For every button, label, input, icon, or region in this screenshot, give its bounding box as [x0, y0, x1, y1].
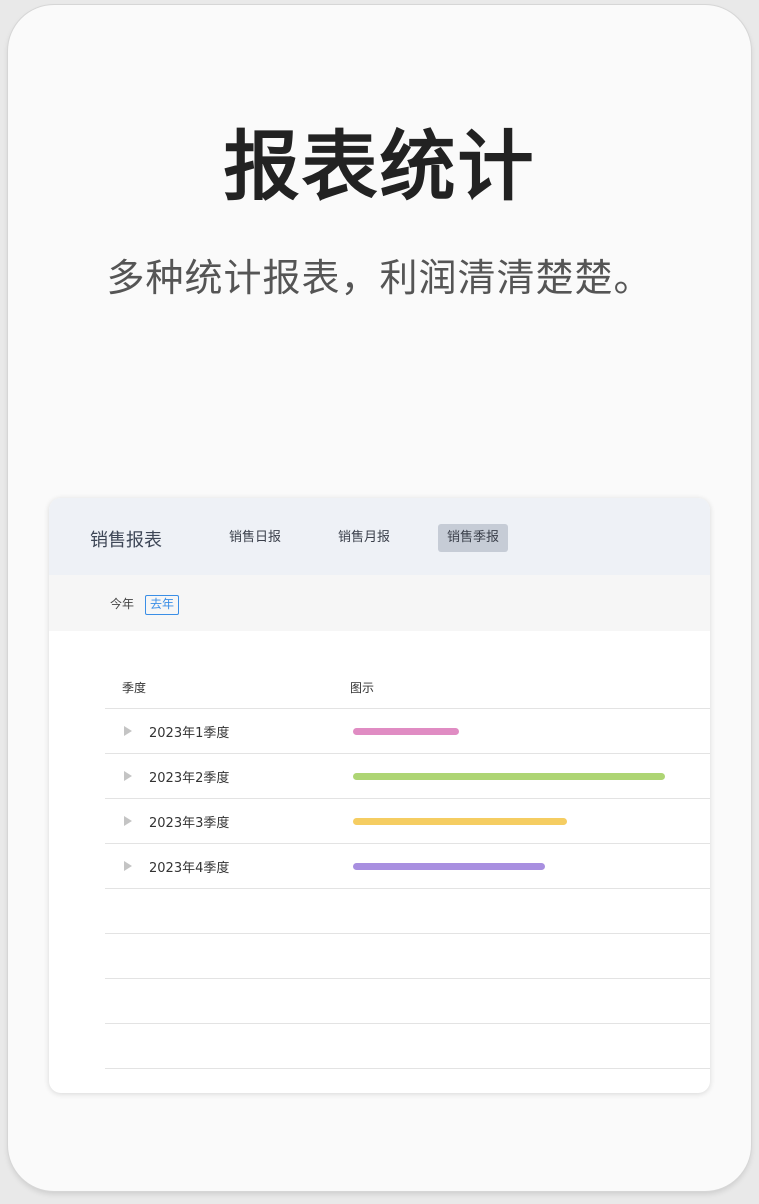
quarter-bar	[353, 728, 459, 735]
quarter-table: 季度 图示 2023年1季度 2023年2季度 2023年3季度 2023年4季度	[105, 668, 710, 1069]
quarter-bar	[353, 863, 545, 870]
empty-table-row	[105, 889, 710, 934]
sales-report-card: 销售报表 销售日报 销售月报 销售季报 今年 去年 季度 图示 2023年1季度…	[49, 498, 710, 1093]
report-header: 销售报表 销售日报 销售月报 销售季报	[49, 498, 710, 575]
table-row[interactable]: 2023年2季度	[105, 754, 710, 799]
expand-arrow-icon[interactable]	[124, 771, 132, 781]
headline: 报表统计	[223, 122, 536, 211]
quarter-label: 2023年1季度	[149, 726, 230, 741]
column-header-chart: 图示	[350, 681, 375, 695]
quarter-label: 2023年2季度	[149, 771, 230, 786]
filter-last-year[interactable]: 去年	[145, 595, 180, 615]
empty-table-row	[105, 934, 710, 979]
filter-this-year[interactable]: 今年	[106, 595, 138, 613]
promo-frame: 报表统计 多种统计报表，利润清清楚楚。 销售报表 销售日报 销售月报 销售季报 …	[8, 5, 751, 1191]
tab-daily-report[interactable]: 销售日报	[220, 524, 290, 552]
quarter-label: 2023年3季度	[149, 816, 230, 831]
expand-arrow-icon[interactable]	[124, 861, 132, 871]
quarter-label: 2023年4季度	[149, 861, 230, 876]
empty-table-row	[105, 979, 710, 1024]
empty-table-row	[105, 1024, 710, 1069]
year-filter-bar: 今年 去年	[49, 575, 710, 631]
tab-quarterly-report[interactable]: 销售季报	[438, 524, 509, 552]
quarter-bar	[353, 773, 665, 780]
report-title: 销售报表	[90, 530, 162, 551]
tab-monthly-report[interactable]: 销售月报	[329, 524, 399, 552]
expand-arrow-icon[interactable]	[124, 816, 132, 826]
table-row[interactable]: 2023年3季度	[105, 799, 710, 844]
expand-arrow-icon[interactable]	[124, 726, 132, 736]
table-row[interactable]: 2023年4季度	[105, 844, 710, 889]
subline: 多种统计报表，利润清清楚楚。	[106, 256, 653, 300]
table-header: 季度 图示	[105, 668, 710, 709]
column-header-quarter: 季度	[122, 681, 147, 695]
table-body: 2023年1季度 2023年2季度 2023年3季度 2023年4季度	[105, 709, 710, 1069]
table-row[interactable]: 2023年1季度	[105, 709, 710, 754]
quarter-bar	[353, 818, 567, 825]
